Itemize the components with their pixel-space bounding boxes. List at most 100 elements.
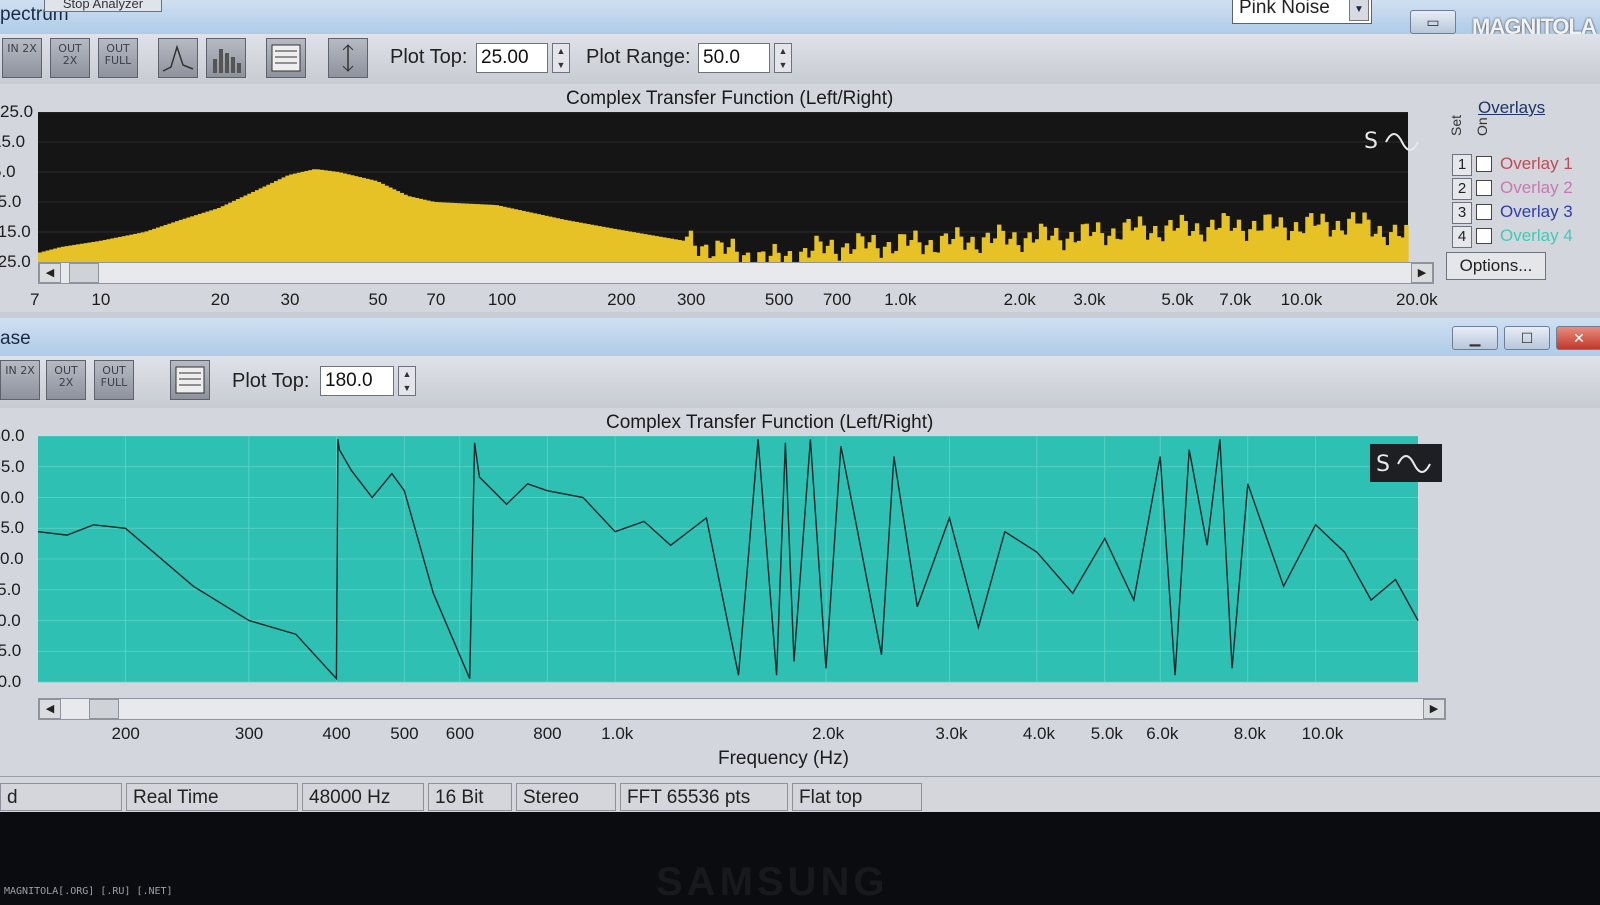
- plot-top-input[interactable]: [476, 43, 548, 73]
- magnitude-bar: [1396, 236, 1401, 262]
- magnitude-bar: [962, 249, 968, 262]
- overlay-checkbox[interactable]: [1476, 228, 1492, 244]
- phase-zoom-out-full-button[interactable]: OUT FULL: [94, 360, 134, 400]
- magnitude-bar: [452, 202, 458, 262]
- magnitude-bar: [376, 182, 382, 262]
- magnitude-bar: [650, 235, 656, 262]
- magnitude-bar: [38, 252, 43, 262]
- magnitude-plot[interactable]: [38, 112, 1438, 264]
- magnitude-bar: [312, 169, 317, 262]
- spectrum-x-tick: 100: [487, 290, 517, 309]
- phase-y-tick: -45.0: [0, 579, 21, 599]
- magnitude-bar: [232, 200, 237, 262]
- phase-plot-settings-button[interactable]: [170, 360, 210, 400]
- phase-x-tick: 6.0k: [1146, 724, 1179, 743]
- phase-maximize-button[interactable]: ☐: [1504, 326, 1550, 350]
- magnitude-bar: [197, 213, 203, 262]
- magnitude-bar: [943, 233, 949, 262]
- bar-mode-button[interactable]: [206, 38, 246, 78]
- magnitude-bar: [460, 203, 465, 262]
- spectrum-y-tick: -25.0: [0, 252, 31, 271]
- magnitude-bar: [1084, 223, 1089, 262]
- overlay-checkbox[interactable]: [1476, 180, 1492, 196]
- overlay-label: Overlay 1: [1500, 154, 1573, 173]
- plot-range-input[interactable]: [698, 43, 770, 73]
- plot-range-spinner[interactable]: ▲ ▼: [774, 43, 792, 73]
- line-graph-icon: [162, 44, 194, 72]
- magnitude-bar: [407, 196, 412, 262]
- overlay-checkbox[interactable]: [1476, 156, 1492, 172]
- magnitude-bar: [403, 194, 408, 262]
- phase-plot[interactable]: [38, 436, 1446, 688]
- zoom-out-full-button[interactable]: OUT FULL: [98, 38, 138, 78]
- phase-horizontal-scrollbar[interactable]: ◀ ▶: [38, 698, 1446, 720]
- magnitude-bar: [186, 217, 191, 262]
- magnitude-bar: [509, 208, 515, 262]
- spectrum-horizontal-scrollbar[interactable]: ◀ ▶: [38, 262, 1434, 284]
- magnitude-bar: [357, 177, 363, 262]
- set-column-label: Set: [1448, 114, 1464, 136]
- spectrum-x-tick: 20.0k: [1396, 290, 1438, 309]
- generator-select[interactable]: Pink Noise ▼: [1232, 0, 1372, 24]
- magnitude-bar: [1286, 240, 1291, 262]
- spectrum-x-tick: 300: [676, 290, 706, 309]
- phase-x-tick: 200: [111, 724, 140, 743]
- magnitude-bar: [388, 187, 393, 262]
- spectrum-y-tick: -15.0: [0, 222, 31, 241]
- overlay-options-button[interactable]: Options...: [1446, 252, 1546, 280]
- phase-plot-top-input[interactable]: [320, 366, 394, 396]
- magnitude-bar: [1012, 232, 1017, 262]
- magnitude-bar: [1130, 230, 1135, 262]
- overlay-set-button[interactable]: 3: [1452, 202, 1472, 224]
- magnitude-bar: [867, 242, 873, 262]
- scroll-right-arrow[interactable]: ▶: [1411, 263, 1433, 283]
- overlay-set-button[interactable]: 2: [1452, 178, 1472, 200]
- spectrum-x-tick: 3.0k: [1073, 290, 1106, 309]
- magnitude-bar: [1213, 229, 1219, 262]
- magnitude-bar: [475, 204, 481, 262]
- phase-scroll-right-arrow[interactable]: ▶: [1423, 699, 1445, 719]
- plot-top-spinner[interactable]: ▲ ▼: [552, 43, 570, 73]
- svg-text:S: S: [1364, 129, 1378, 154]
- phase-scroll-left-arrow[interactable]: ◀: [39, 699, 61, 719]
- magnitude-bar: [1088, 236, 1093, 262]
- magnitude-bar: [989, 243, 994, 262]
- line-mode-button[interactable]: [158, 38, 198, 78]
- phase-plot-top-spinner[interactable]: ▲ ▼: [398, 366, 416, 396]
- phase-zoom-out-2x-button[interactable]: OUT 2X: [46, 360, 86, 400]
- phase-minimize-button[interactable]: ▁: [1452, 326, 1498, 350]
- overlay-checkbox[interactable]: [1476, 204, 1492, 220]
- phase-smooth-wave-icon[interactable]: S: [1370, 444, 1442, 482]
- magnitude-bar: [901, 234, 907, 262]
- phase-close-button[interactable]: ✕: [1556, 326, 1600, 350]
- magnitude-bar: [559, 219, 564, 262]
- magnitude-bar: [1366, 219, 1371, 262]
- overlay-set-button[interactable]: 1: [1452, 154, 1472, 176]
- zoom-out-2x-button[interactable]: OUT 2X: [50, 38, 90, 78]
- magnitude-bar: [1149, 233, 1154, 262]
- scroll-thumb[interactable]: [69, 263, 99, 283]
- zoom-in-2x-button[interactable]: IN 2X: [2, 38, 42, 78]
- magnitude-bar: [1347, 218, 1352, 262]
- scroll-left-arrow[interactable]: ◀: [39, 263, 61, 283]
- magnitude-bar: [1008, 238, 1013, 262]
- magnitude-bar: [1122, 222, 1127, 262]
- magnitude-bar: [1274, 226, 1280, 262]
- magnitude-bar: [1126, 218, 1131, 262]
- magnitude-bar: [936, 252, 941, 262]
- phase-zoom-in-2x-button[interactable]: IN 2X: [0, 360, 40, 400]
- magnitude-bar: [1016, 245, 1021, 262]
- magnitude-bar: [898, 234, 903, 262]
- plot-settings-button[interactable]: [266, 38, 306, 78]
- chevron-down-icon[interactable]: ▼: [1349, 0, 1369, 21]
- magnitude-bar: [1259, 230, 1264, 262]
- phase-scroll-thumb[interactable]: [89, 699, 119, 719]
- overlay-set-button[interactable]: 4: [1452, 226, 1472, 248]
- scale-button[interactable]: [328, 38, 368, 78]
- stop-analyzer-button[interactable]: Stop Analyzer: [44, 0, 162, 12]
- magnitude-bar: [761, 251, 766, 262]
- magnitude-bar: [98, 240, 104, 262]
- smooth-wave-icon[interactable]: S: [1360, 124, 1428, 158]
- magnitude-bar: [1255, 230, 1261, 262]
- minimize-button[interactable]: ▭: [1410, 10, 1456, 34]
